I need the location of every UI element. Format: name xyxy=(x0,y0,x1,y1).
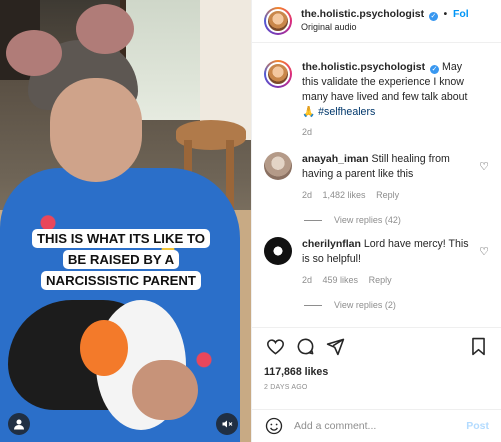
heart-icon[interactable]: ♡ xyxy=(479,160,489,173)
comment-actions: 2d 459 likes Reply xyxy=(302,273,472,288)
send-icon xyxy=(326,338,344,355)
hair-scrunchie xyxy=(6,30,62,76)
post-date: 2 DAYS AGO xyxy=(264,384,308,391)
comment-username[interactable]: anayah_iman xyxy=(302,153,369,165)
header-username[interactable]: the.holistic.psychologist xyxy=(301,8,424,20)
mute-button[interactable] xyxy=(216,413,238,435)
comment-body: anayah_iman Still healing from having a … xyxy=(302,152,472,203)
share-button[interactable] xyxy=(324,335,346,357)
like-button[interactable] xyxy=(264,335,286,357)
speaker-muted-icon xyxy=(222,420,233,428)
avatar[interactable] xyxy=(264,237,292,265)
comment-body: cherilynflan Lord have mercy! This is so… xyxy=(302,237,472,288)
bookmark-icon xyxy=(471,337,485,355)
comment-username[interactable]: cherilynflan xyxy=(302,238,361,250)
instagram-post: THIS IS WHAT ITS LIKE TO BE RAISED BY A … xyxy=(0,0,501,442)
avatar[interactable] xyxy=(264,60,292,88)
header-meta: the.holistic.psychologist ✓ • Fol Origin… xyxy=(301,8,469,34)
comment-time: 2d xyxy=(302,190,313,200)
view-replies-label: View replies (42) xyxy=(334,215,401,225)
avatar[interactable] xyxy=(264,7,292,35)
view-replies-button[interactable]: View replies (42) xyxy=(252,203,501,225)
smiley-icon xyxy=(265,417,283,435)
comment-button[interactable] xyxy=(294,335,316,357)
comment-icon xyxy=(297,338,313,354)
comment-likes[interactable]: 1,482 likes xyxy=(323,190,366,200)
caption-time: 2d xyxy=(302,127,313,137)
post-sidebar: the.holistic.psychologist ✓ • Fol Origin… xyxy=(251,0,501,442)
comment-item: cherilynflan Lord have mercy! This is so… xyxy=(252,225,501,288)
comment-likes[interactable]: 459 likes xyxy=(323,275,359,285)
separator-dot: • xyxy=(443,9,448,20)
video-caption-text: THIS IS WHAT ITS LIKE TO BE RAISED BY A … xyxy=(32,229,211,290)
reply-button[interactable]: Reply xyxy=(369,275,392,285)
view-replies-label: View replies (2) xyxy=(334,300,396,310)
verified-icon: ✓ xyxy=(428,12,438,21)
heart-icon[interactable]: ♡ xyxy=(479,245,489,258)
hashtag-link[interactable]: #selfhealers xyxy=(318,106,375,118)
divider-line xyxy=(304,219,322,221)
post-actions: 117,868 likes 2 DAYS AGO xyxy=(252,327,501,391)
comment-actions: 2d 1,482 likes Reply xyxy=(302,188,472,203)
tagged-users-button[interactable] xyxy=(8,413,30,435)
caption-username[interactable]: the.holistic.psychologist xyxy=(302,61,425,73)
video-player[interactable]: THIS IS WHAT ITS LIKE TO BE RAISED BY A … xyxy=(0,0,251,442)
hair-scrunchie xyxy=(76,4,134,54)
comment-time: 2d xyxy=(302,275,313,285)
comment-item: anayah_iman Still healing from having a … xyxy=(252,140,501,203)
video-caption: THIS IS WHAT ITS LIKE TO BE RAISED BY A … xyxy=(32,228,211,291)
person-hands xyxy=(132,360,198,420)
emoji-button[interactable] xyxy=(264,416,284,436)
follow-button[interactable]: Fol xyxy=(453,8,469,20)
likes-count[interactable]: 117,868 likes xyxy=(264,366,489,378)
person-face xyxy=(50,78,142,182)
divider-line xyxy=(304,304,322,306)
reply-button[interactable]: Reply xyxy=(376,190,399,200)
comment-input[interactable] xyxy=(294,420,467,432)
post-header: the.holistic.psychologist ✓ • Fol Origin… xyxy=(252,0,501,43)
save-button[interactable] xyxy=(467,335,489,357)
audio-link[interactable]: Original audio xyxy=(301,21,469,34)
verified-icon: ✓ xyxy=(430,65,440,74)
user-icon xyxy=(14,419,24,430)
add-comment-bar: Post xyxy=(252,409,501,442)
view-replies-button[interactable]: View replies (2) xyxy=(252,288,501,310)
comments-list[interactable]: the.holistic.psychologist ✓ May this val… xyxy=(252,52,501,312)
penguin-plush-beak xyxy=(80,320,128,376)
background-door xyxy=(200,0,251,140)
heart-icon xyxy=(266,338,284,355)
avatar[interactable] xyxy=(264,152,292,180)
caption-body: the.holistic.psychologist ✓ May this val… xyxy=(302,60,480,140)
action-icons xyxy=(264,333,489,359)
post-comment-button[interactable]: Post xyxy=(466,420,489,432)
post-caption: the.holistic.psychologist ✓ May this val… xyxy=(252,52,501,140)
